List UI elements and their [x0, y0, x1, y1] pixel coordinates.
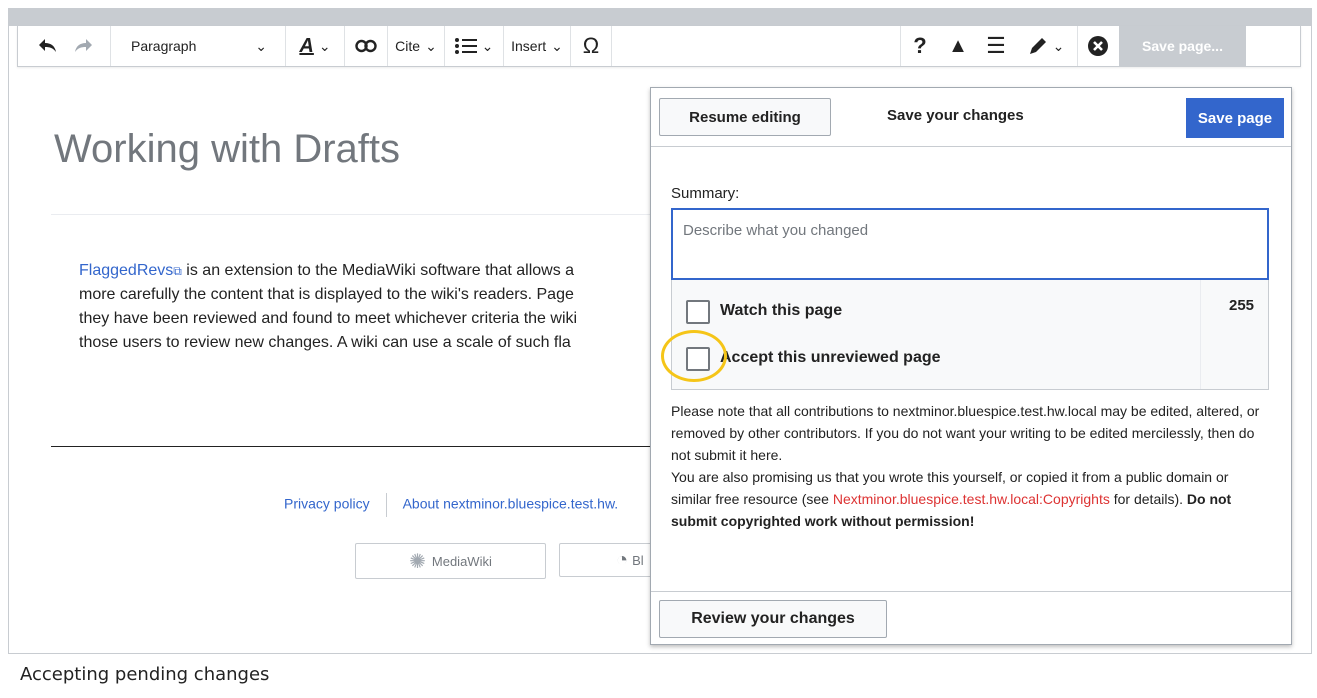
chevron-down-icon: ⌄ — [551, 37, 563, 54]
insert-label: Insert — [511, 38, 547, 54]
summary-placeholder: Describe what you changed — [683, 222, 869, 239]
review-changes-button[interactable]: Review your changes — [659, 600, 887, 638]
footer-links: Privacy policy About nextminor.bluespice.… — [284, 493, 618, 517]
summary-label: Summary: — [671, 185, 740, 202]
chevron-down-icon: ⌄ — [425, 37, 437, 54]
redo-button[interactable] — [68, 26, 98, 66]
bluespice-gauge-icon: ◔ — [616, 548, 629, 571]
menu-button[interactable]: ☰ — [977, 26, 1015, 66]
insert-button[interactable]: Insert ⌄ — [504, 26, 570, 66]
license-notice: Please note that all contributions to ne… — [671, 400, 1271, 532]
text-style-button[interactable]: A ⌄ — [286, 26, 344, 66]
watch-page-checkbox[interactable] — [686, 300, 710, 324]
license-paragraph-1: Please note that all contributions to ne… — [671, 403, 1260, 463]
footer-divider — [51, 446, 651, 447]
save-page-toolbar-label: Save page... — [1142, 38, 1223, 54]
text-style-icon: A — [299, 34, 314, 57]
chevron-down-icon: ⌄ — [255, 37, 267, 54]
help-button[interactable]: ? — [901, 26, 939, 66]
privacy-policy-link[interactable]: Privacy policy — [284, 496, 370, 512]
body-line-1: is an extension to the MediaWiki softwar… — [181, 262, 575, 279]
notices-button[interactable]: ▲ — [939, 26, 977, 66]
pencil-icon — [1029, 38, 1046, 54]
screenshot-frame: Paragraph ⌄ A ⌄ Cite ⌄ ⌄ Insert ⌄ Ω ? ▲ … — [8, 8, 1312, 654]
close-icon — [1088, 36, 1108, 56]
body-line-4: those users to review new changes. A wik… — [79, 334, 571, 351]
watch-page-label: Watch this page — [720, 302, 843, 319]
cite-button[interactable]: Cite ⌄ — [388, 26, 444, 66]
external-link-icon: ⧉ — [173, 264, 182, 278]
link-button[interactable] — [345, 26, 387, 66]
title-divider — [51, 214, 651, 215]
omega-icon: Ω — [582, 33, 600, 58]
summary-input[interactable]: Describe what you changed — [671, 208, 1269, 280]
bluespice-badge-label: Bl — [632, 552, 644, 568]
mediawiki-badge-label: MediaWiki — [431, 553, 492, 569]
about-link[interactable]: About nextminor.bluespice.test.hw. — [403, 496, 619, 512]
warning-icon: ▲ — [948, 34, 968, 57]
mediawiki-flower-icon: ✺ — [409, 550, 426, 573]
highlight-circle — [661, 330, 727, 382]
format-dropdown[interactable]: Paragraph ⌄ — [111, 26, 285, 66]
chevron-down-icon: ⌄ — [318, 37, 331, 54]
format-label: Paragraph — [131, 38, 197, 54]
copyrights-link[interactable]: Nextminor.bluespice.test.hw.local:Copyri… — [833, 491, 1110, 507]
chevron-down-icon: ⌄ — [1052, 37, 1065, 54]
license-paragraph-2: You are also promising us that you wrote… — [671, 469, 1232, 529]
chevron-down-icon: ⌄ — [481, 37, 494, 54]
close-editor-button[interactable] — [1078, 26, 1118, 66]
special-character-button[interactable]: Ω — [571, 26, 611, 66]
top-bar — [9, 9, 1311, 26]
save-page-button[interactable]: Save page — [1186, 98, 1284, 138]
cite-label: Cite — [395, 38, 421, 54]
list-button[interactable]: ⌄ — [445, 26, 503, 66]
dialog-header: Resume editing Save your changes Save pa… — [651, 88, 1291, 147]
flaggedrevs-link[interactable]: FlaggedRevs — [79, 262, 173, 279]
editor-toolbar: Paragraph ⌄ A ⌄ Cite ⌄ ⌄ Insert ⌄ Ω ? ▲ … — [17, 26, 1301, 67]
save-options: Watch this page Accept this unreviewed p… — [671, 280, 1269, 390]
hamburger-icon: ☰ — [986, 33, 1006, 58]
edit-mode-button[interactable]: ⌄ — [1015, 26, 1077, 66]
link-icon — [355, 39, 377, 53]
help-icon: ? — [913, 33, 927, 58]
accept-unreviewed-label: Accept this unreviewed page — [720, 349, 941, 366]
undo-icon — [39, 39, 56, 52]
mediawiki-badge[interactable]: ✺ MediaWiki — [355, 543, 546, 579]
body-line-2: more carefully the content that is displ… — [79, 286, 574, 303]
resume-editing-button[interactable]: Resume editing — [659, 98, 831, 136]
dialog-title: Save your changes — [887, 107, 1024, 124]
list-icon — [454, 38, 477, 54]
body-line-3: they have been reviewed and found to mee… — [79, 310, 578, 327]
save-page-toolbar-button[interactable]: Save page... — [1119, 26, 1246, 66]
image-caption: Accepting pending changes — [20, 664, 270, 685]
article-body: FlaggedRevs⧉ is an extension to the Medi… — [79, 259, 669, 355]
save-dialog: Resume editing Save your changes Save pa… — [650, 87, 1292, 645]
dialog-footer: Review your changes — [651, 591, 1291, 644]
character-counter: 255 — [1229, 297, 1255, 314]
redo-icon — [75, 39, 92, 52]
page-title: Working with Drafts — [54, 127, 401, 171]
undo-button[interactable] — [32, 26, 64, 66]
